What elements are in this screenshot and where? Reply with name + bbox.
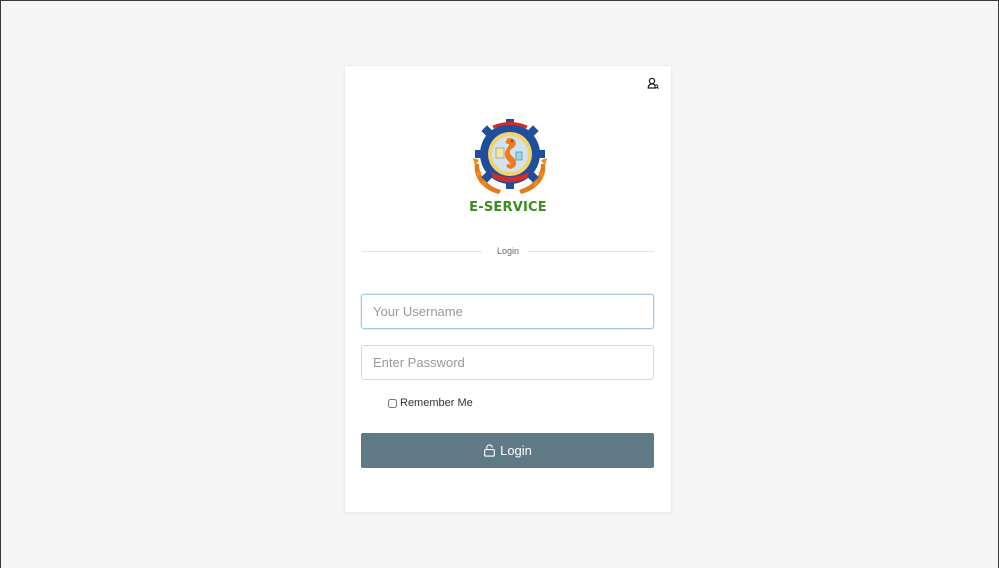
unlock-icon [484, 444, 495, 457]
brand-title: E-SERVICE [469, 200, 547, 215]
login-button-label: Login [500, 443, 532, 458]
username-input[interactable] [361, 294, 654, 329]
user-search-icon[interactable] [647, 76, 659, 89]
page-background: E-SERVICE Login Remember Me Login [0, 0, 999, 568]
seahorse-emblem-logo [465, 112, 555, 202]
remember-me-option[interactable]: Remember Me [388, 397, 473, 409]
login-button[interactable]: Login [361, 433, 654, 468]
password-input[interactable] [361, 345, 654, 380]
divider-line-right [528, 251, 654, 252]
remember-me-label: Remember Me [400, 397, 473, 409]
login-divider: Login [362, 244, 654, 258]
login-card: E-SERVICE Login Remember Me Login [344, 65, 672, 513]
remember-me-checkbox[interactable] [388, 398, 397, 408]
